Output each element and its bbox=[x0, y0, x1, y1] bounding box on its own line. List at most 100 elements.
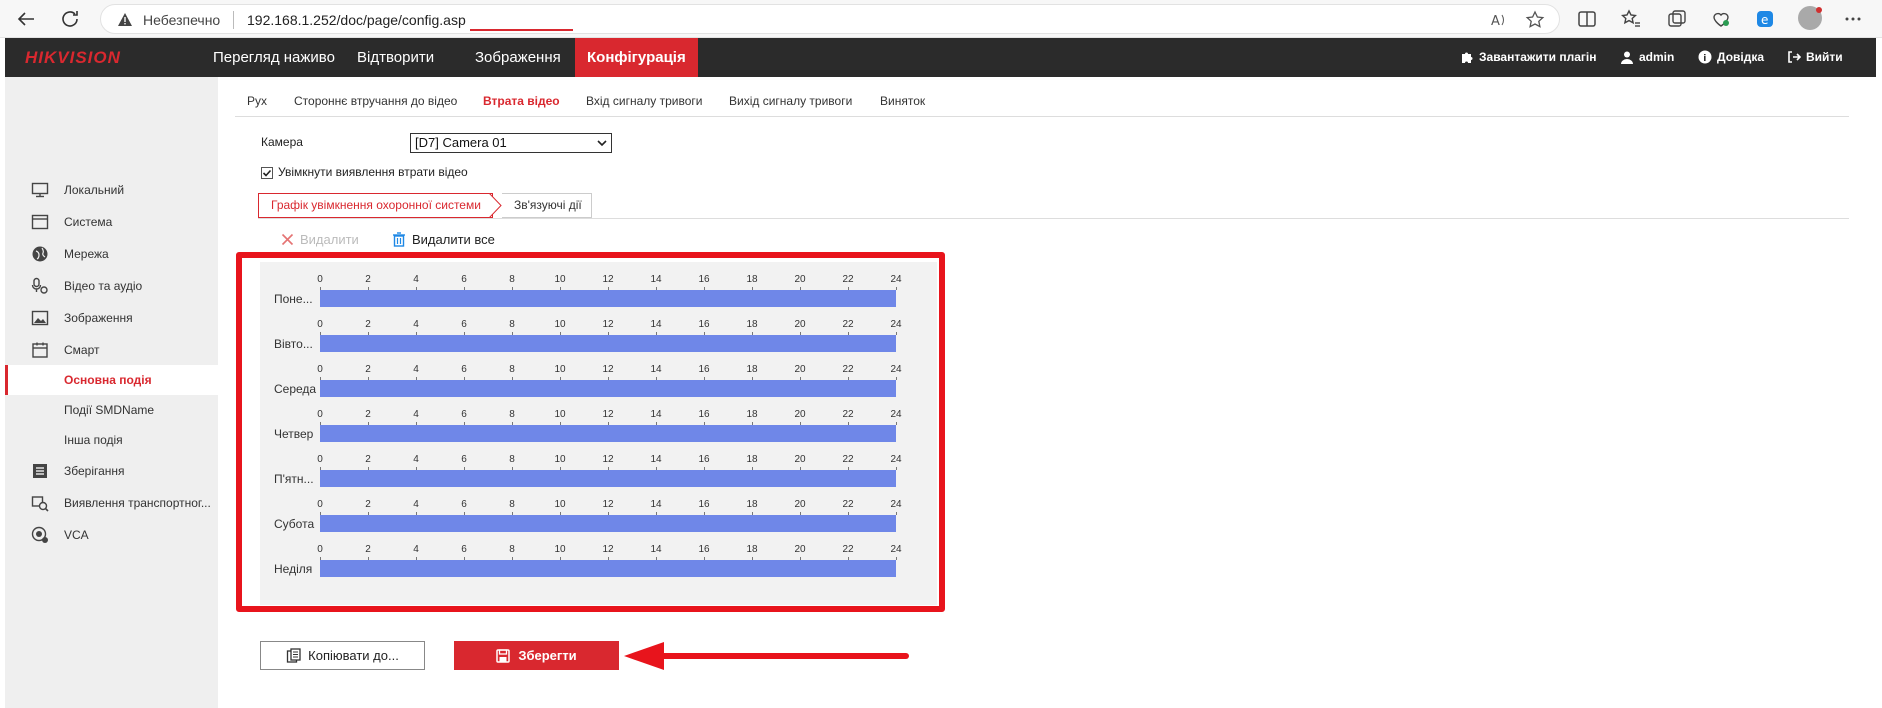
hour-tick-label: 16 bbox=[698, 409, 710, 420]
hour-tick-mark bbox=[896, 377, 897, 380]
copy-to-button[interactable]: Копіювати до... bbox=[260, 641, 425, 670]
url-text[interactable]: 192.168.1.252/doc/page/config.asp bbox=[247, 12, 466, 28]
schedule-bar[interactable] bbox=[320, 380, 896, 397]
sidebar-item-vca[interactable]: VCA bbox=[5, 520, 218, 550]
vehicle-search-icon bbox=[31, 496, 49, 512]
health-icon[interactable] bbox=[1710, 8, 1732, 30]
sidebar-item-local[interactable]: Локальний bbox=[5, 175, 218, 205]
hour-tick-label: 18 bbox=[746, 274, 758, 285]
address-bar[interactable]: Небезпечно 192.168.1.252/doc/page/config… bbox=[100, 4, 1560, 34]
nav-live-view[interactable]: Перегляд наживо bbox=[201, 38, 347, 77]
favorites-icon[interactable] bbox=[1620, 8, 1642, 30]
hour-tick-label: 2 bbox=[365, 544, 371, 555]
delete-button[interactable]: Видалити bbox=[281, 232, 359, 247]
tab-alarm-output[interactable]: Вихід сигналу тривоги bbox=[729, 94, 852, 108]
download-plugin-label: Завантажити плагін bbox=[1479, 50, 1597, 64]
sidebar-item-system[interactable]: Система bbox=[5, 207, 218, 237]
sidebar-item-smart[interactable]: Смарт bbox=[5, 335, 218, 365]
hour-tick-label: 22 bbox=[842, 274, 854, 285]
sidebar-item-label: Зберігання bbox=[64, 464, 125, 478]
sidebar-item-label: Події SMDName bbox=[64, 403, 155, 417]
enable-video-loss-checkbox[interactable] bbox=[261, 167, 273, 179]
tab-alarm-input[interactable]: Вхід сигналу тривоги bbox=[586, 94, 702, 108]
hour-tick-label: 6 bbox=[461, 409, 467, 420]
nav-configuration[interactable]: Конфігурація bbox=[575, 38, 698, 77]
camera-select[interactable]: [D7] Camera 01 bbox=[410, 133, 612, 153]
schedule-bar[interactable] bbox=[320, 290, 896, 307]
hour-tick-label: 18 bbox=[746, 499, 758, 510]
close-icon bbox=[281, 233, 294, 246]
back-icon[interactable] bbox=[14, 7, 38, 31]
help-icon: i bbox=[1698, 50, 1712, 64]
hour-tick-label: 12 bbox=[602, 454, 614, 465]
hour-tick-label: 10 bbox=[554, 274, 566, 285]
tab-video-tampering[interactable]: Стороннє втручання до відео bbox=[294, 94, 457, 108]
sidebar: Локальний Система Мережа Відео та аудіо … bbox=[5, 77, 218, 708]
more-menu-icon[interactable] bbox=[1842, 8, 1864, 30]
schedule-bar[interactable] bbox=[320, 470, 896, 487]
schedule-bar[interactable] bbox=[320, 335, 896, 352]
hour-tick-label: 2 bbox=[365, 499, 371, 510]
sidebar-item-label: VCA bbox=[64, 528, 89, 542]
edge-extension-icon[interactable]: e bbox=[1754, 8, 1776, 30]
calendar-icon bbox=[32, 342, 48, 358]
active-tab-indicator bbox=[470, 29, 573, 31]
save-button[interactable]: Зберегти bbox=[454, 641, 619, 670]
split-screen-icon[interactable] bbox=[1576, 8, 1598, 30]
sidebar-item-storage[interactable]: Зберігання bbox=[5, 456, 218, 486]
sidebar-item-label: Зображення bbox=[64, 311, 133, 325]
sidebar-item-other-event[interactable]: Інша подія bbox=[5, 425, 218, 455]
sidebar-item-label: Відео та аудіо bbox=[64, 279, 143, 293]
sidebar-item-basic-event[interactable]: Основна подія bbox=[5, 365, 218, 395]
favorite-star-icon[interactable] bbox=[1525, 10, 1545, 30]
delete-all-button[interactable]: Видалити все bbox=[392, 232, 495, 247]
hour-tick-label: 20 bbox=[794, 499, 806, 510]
hour-tick-label: 20 bbox=[794, 544, 806, 555]
hour-tick-label: 0 bbox=[317, 319, 323, 330]
schedule-bar[interactable] bbox=[320, 425, 896, 442]
svg-text:e: e bbox=[1761, 13, 1768, 27]
sidebar-item-video-audio[interactable]: Відео та аудіо bbox=[5, 271, 218, 301]
hour-tick-label: 2 bbox=[365, 409, 371, 420]
logout-link[interactable]: Вийти bbox=[1787, 50, 1843, 64]
subtab-linkage-method[interactable]: Зв'язуючі дії bbox=[502, 193, 592, 218]
day-label: Середа bbox=[274, 382, 317, 396]
sidebar-item-smd-events[interactable]: Події SMDName bbox=[5, 395, 218, 425]
user-menu[interactable]: admin bbox=[1620, 50, 1674, 64]
sidebar-item-network[interactable]: Мережа bbox=[5, 239, 218, 269]
hour-tick-label: 24 bbox=[890, 454, 902, 465]
schedule-bar[interactable] bbox=[320, 560, 896, 577]
refresh-icon[interactable] bbox=[58, 7, 82, 31]
schedule-bar[interactable] bbox=[320, 515, 896, 532]
hour-tick-label: 14 bbox=[650, 454, 662, 465]
subtab-arrow bbox=[489, 193, 502, 218]
download-plugin-link[interactable]: Завантажити плагін bbox=[1460, 50, 1596, 64]
subtab-arming-schedule[interactable]: Графік увімкнення охоронної системи bbox=[258, 193, 493, 218]
tab-exception[interactable]: Виняток bbox=[880, 94, 925, 108]
camera-label: Камера bbox=[261, 135, 303, 149]
hour-tick-label: 4 bbox=[413, 319, 419, 330]
hour-tick-label: 20 bbox=[794, 409, 806, 420]
hour-tick-label: 14 bbox=[650, 499, 662, 510]
hour-tick-label: 2 bbox=[365, 319, 371, 330]
hour-tick-label: 10 bbox=[554, 409, 566, 420]
hour-tick-label: 10 bbox=[554, 319, 566, 330]
hour-tick-label: 22 bbox=[842, 409, 854, 420]
read-aloud-icon[interactable]: A bbox=[1489, 10, 1509, 30]
hour-tick-label: 0 bbox=[317, 499, 323, 510]
chevron-down-icon bbox=[597, 140, 607, 147]
nav-image[interactable]: Зображення bbox=[463, 38, 573, 77]
sidebar-item-image[interactable]: Зображення bbox=[5, 303, 218, 333]
tab-motion[interactable]: Рух bbox=[247, 94, 267, 108]
security-status[interactable]: Небезпечно bbox=[143, 12, 220, 28]
tab-video-loss[interactable]: Втрата відео bbox=[483, 94, 560, 108]
hour-tick-label: 8 bbox=[509, 364, 515, 375]
hour-tick-label: 4 bbox=[413, 499, 419, 510]
hour-tick-label: 14 bbox=[650, 409, 662, 420]
sidebar-item-vehicle-detection[interactable]: Виявлення транспортног... bbox=[5, 488, 218, 518]
collections-icon[interactable] bbox=[1666, 8, 1688, 30]
hour-tick-label: 24 bbox=[890, 364, 902, 375]
nav-playback[interactable]: Відтворити bbox=[345, 38, 446, 77]
help-link[interactable]: i Довідка bbox=[1698, 50, 1764, 64]
hour-tick-label: 10 bbox=[554, 544, 566, 555]
